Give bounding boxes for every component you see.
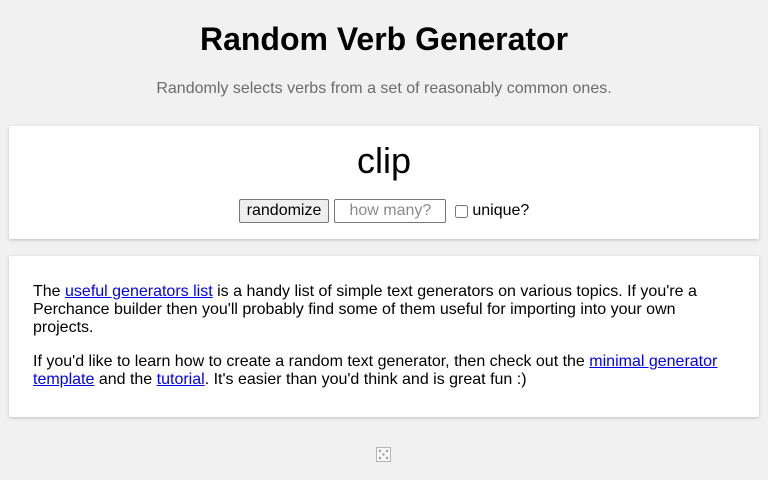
generated-verb: clip <box>356 140 412 181</box>
info-text: and the <box>94 371 157 388</box>
count-input[interactable] <box>334 199 447 223</box>
info-paragraph-generators: The useful generators list is a handy li… <box>33 283 733 337</box>
info-text: The <box>33 283 66 300</box>
info-paragraph-tutorial: If you'd like to learn how to create a r… <box>33 353 733 389</box>
dice-icon[interactable] <box>376 447 391 462</box>
unique-checkbox[interactable] <box>455 204 469 218</box>
useful-generators-link[interactable]: useful generators list <box>65 283 213 300</box>
info-text: If you'd like to learn how to create a r… <box>33 353 590 370</box>
info-card: The useful generators list is a handy li… <box>9 256 759 417</box>
generator-controls: randomize unique? <box>9 199 759 223</box>
page: Random Verb Generator Randomly selects v… <box>0 0 768 480</box>
tutorial-link[interactable]: tutorial <box>157 371 205 388</box>
randomize-button[interactable]: randomize <box>238 199 330 223</box>
unique-label[interactable]: unique? <box>472 202 529 220</box>
page-title: Random Verb Generator <box>199 21 569 57</box>
info-text: . It's easier than you'd think and is gr… <box>204 371 527 388</box>
page-subtitle: Randomly selects verbs from a set of rea… <box>156 80 612 97</box>
generator-card: clip randomize unique? <box>9 126 759 239</box>
